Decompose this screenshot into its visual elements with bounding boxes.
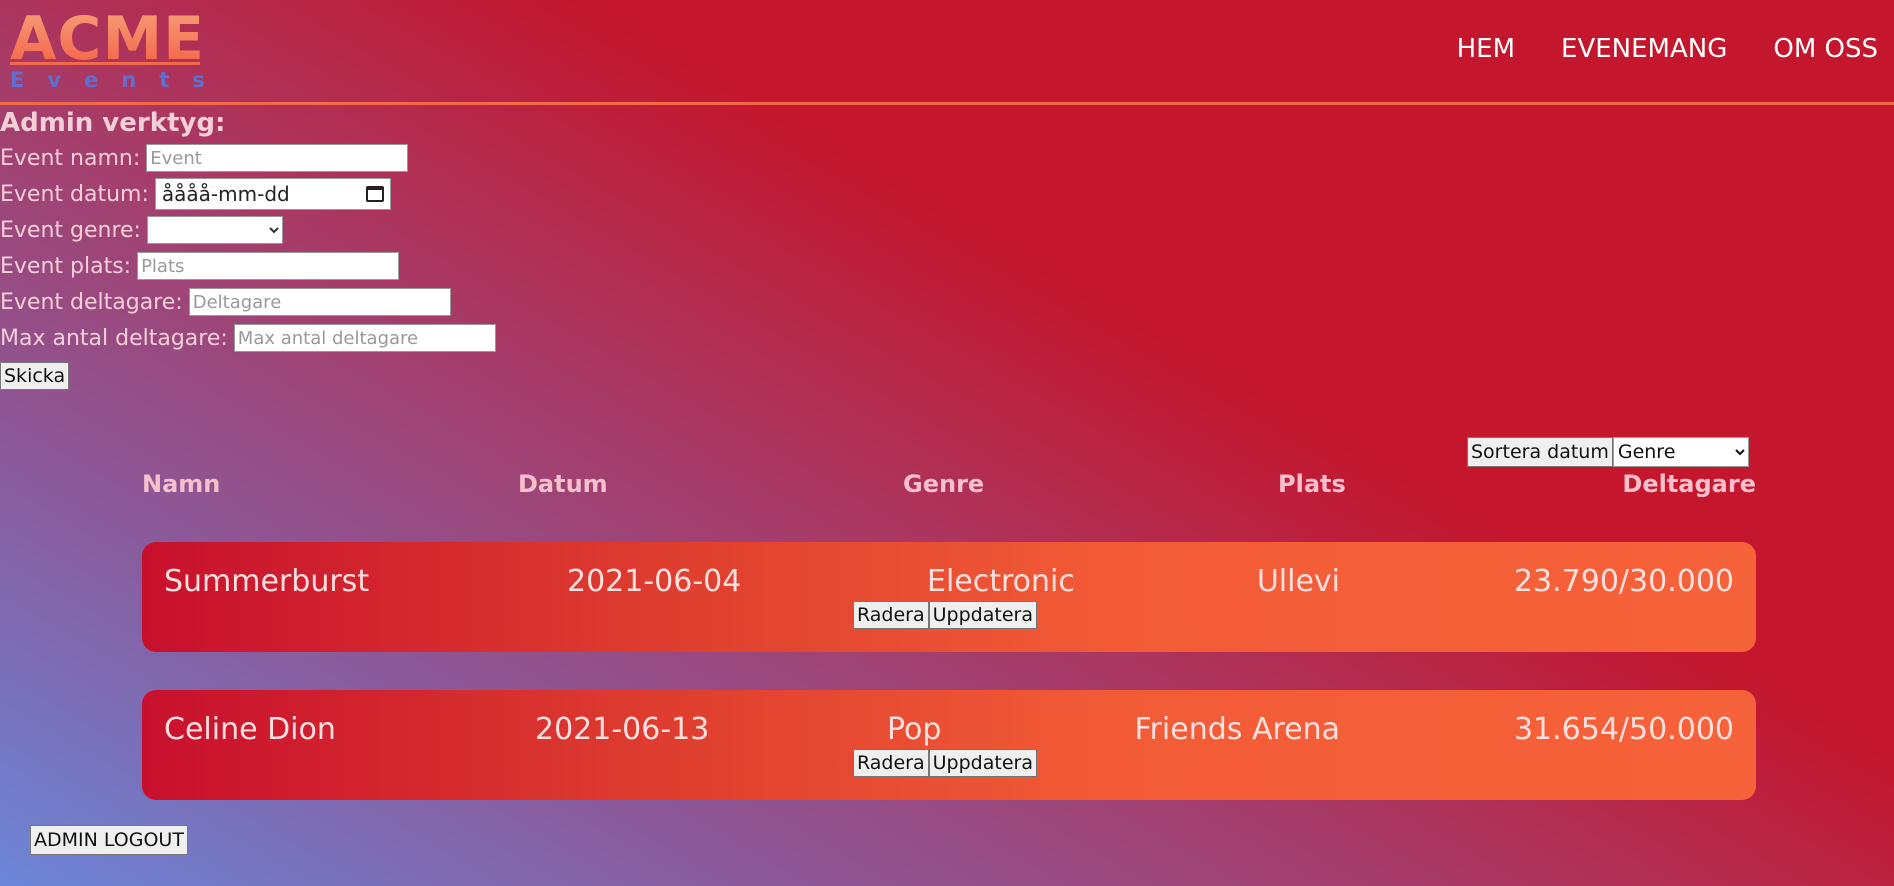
event-card: Celine Dion 2021-06-13 Pop Friends Arena… bbox=[142, 690, 1756, 800]
submit-row: Skicka bbox=[0, 358, 496, 394]
delete-button[interactable]: Radera bbox=[853, 749, 929, 777]
event-name-row: Event namn: bbox=[0, 140, 496, 176]
nav-link-evenemang[interactable]: EVENEMANG bbox=[1561, 34, 1727, 64]
nav-link-om-oss[interactable]: OM OSS bbox=[1773, 34, 1878, 64]
event-participants-input[interactable] bbox=[188, 288, 451, 316]
event-participants: 23.790/30.000 bbox=[1513, 564, 1734, 599]
event-genre-row: Event genre: bbox=[0, 212, 496, 248]
event-date-input[interactable]: åååå-mm-dd bbox=[154, 178, 391, 210]
event-genre-label: Event genre: bbox=[0, 217, 141, 243]
update-button[interactable]: Uppdatera bbox=[928, 601, 1037, 629]
header-deltagare: Deltagare bbox=[1622, 470, 1756, 498]
events-table-header: Namn Datum Genre Plats Deltagare bbox=[142, 470, 1756, 504]
max-participants-input[interactable] bbox=[233, 324, 496, 352]
event-participants-label: Event deltagare: bbox=[0, 289, 183, 315]
event-genre: Pop bbox=[887, 712, 942, 747]
event-name: Celine Dion bbox=[164, 712, 336, 747]
delete-button[interactable]: Radera bbox=[853, 601, 929, 629]
event-date: 2021-06-04 bbox=[567, 564, 742, 599]
main-nav: HEM EVENEMANG OM OSS bbox=[1457, 34, 1878, 64]
calendar-icon[interactable] bbox=[365, 186, 384, 202]
event-place: Ullevi bbox=[1256, 564, 1340, 599]
event-genre: Electronic bbox=[927, 564, 1075, 599]
event-place-input[interactable] bbox=[137, 252, 400, 280]
event-name-label: Event namn: bbox=[0, 145, 141, 171]
header-datum: Datum bbox=[518, 470, 608, 498]
max-participants-row: Max antal deltagare: bbox=[0, 320, 496, 356]
header-plats: Plats bbox=[1278, 470, 1346, 498]
admin-tools-form: Admin verktyg: Event namn: Event datum: … bbox=[0, 106, 496, 394]
event-place-label: Event plats: bbox=[0, 253, 132, 279]
event-actions: Radera Uppdatera bbox=[853, 749, 1037, 777]
event-participants: 31.654/50.000 bbox=[1513, 712, 1734, 747]
event-place-row: Event plats: bbox=[0, 248, 496, 284]
submit-button[interactable]: Skicka bbox=[0, 362, 70, 390]
event-date-row: Event datum: åååå-mm-dd bbox=[0, 176, 496, 212]
genre-filter-select[interactable]: Genre bbox=[1612, 437, 1749, 467]
event-actions: Radera Uppdatera bbox=[853, 601, 1037, 629]
event-name-input[interactable] bbox=[146, 144, 409, 172]
acme-events-logo[interactable]: ACME Events bbox=[10, 6, 205, 94]
event-date-label: Event datum: bbox=[0, 181, 149, 207]
logo-subtitle: Events bbox=[10, 68, 228, 92]
update-button[interactable]: Uppdatera bbox=[928, 749, 1037, 777]
max-participants-label: Max antal deltagare: bbox=[0, 325, 228, 351]
date-value: åååå-mm-dd bbox=[161, 182, 290, 206]
event-participants-row: Event deltagare: bbox=[0, 284, 496, 320]
event-date: 2021-06-13 bbox=[535, 712, 710, 747]
event-name: Summerburst bbox=[164, 564, 370, 599]
header-namn: Namn bbox=[142, 470, 221, 498]
sort-controls: Sortera datum Genre bbox=[1467, 437, 1749, 467]
logo-underline bbox=[10, 62, 200, 65]
nav-link-hem[interactable]: HEM bbox=[1457, 34, 1515, 64]
admin-title: Admin verktyg: bbox=[0, 108, 226, 138]
event-card: Summerburst 2021-06-04 Electronic Ullevi… bbox=[142, 542, 1756, 652]
site-header: ACME Events HEM EVENEMANG OM OSS bbox=[0, 0, 1894, 105]
event-genre-select[interactable] bbox=[146, 216, 283, 244]
admin-logout-button[interactable]: ADMIN LOGOUT bbox=[30, 825, 188, 855]
event-place: Friends Arena bbox=[1134, 712, 1340, 747]
header-genre: Genre bbox=[903, 470, 985, 498]
sort-date-button[interactable]: Sortera datum bbox=[1467, 437, 1613, 467]
